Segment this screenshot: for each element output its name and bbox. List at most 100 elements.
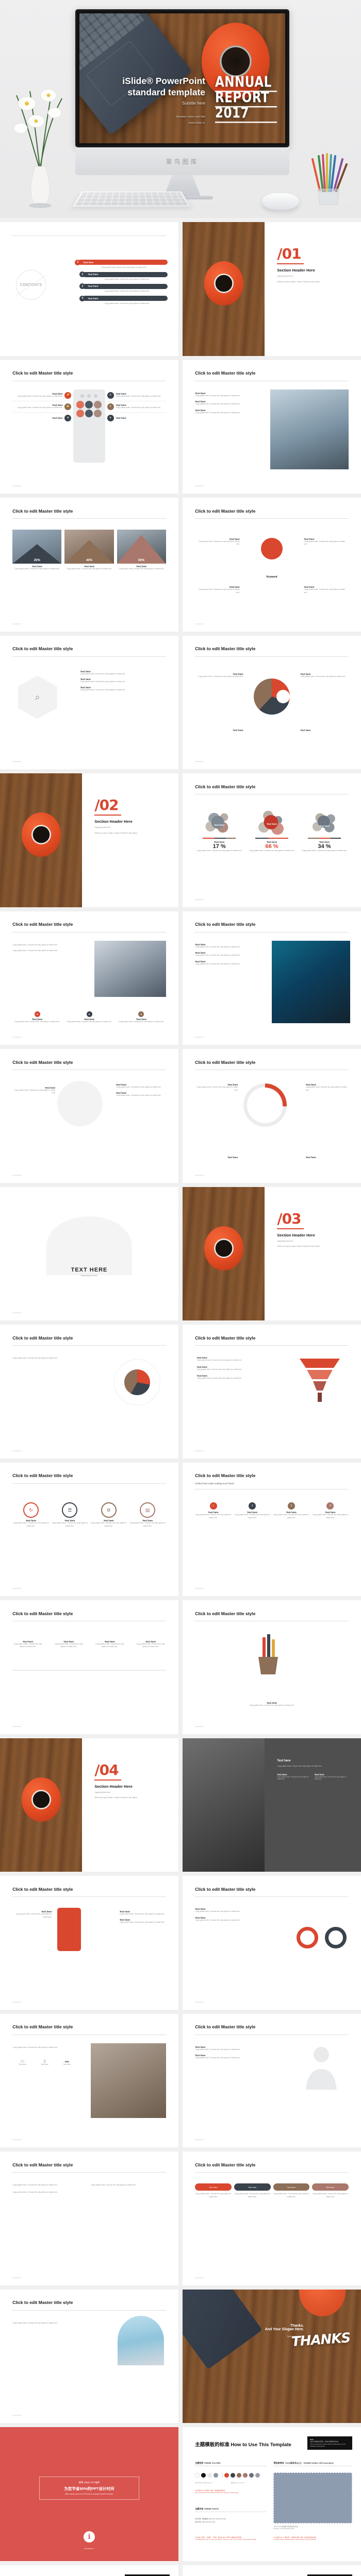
swatch-black	[201, 2473, 206, 2478]
slide-title: Click to edit Master title style	[12, 2300, 73, 2305]
item-desc: Copy paste fonts. Choose the only option…	[273, 1514, 310, 1519]
tab-pill[interactable]: Text here	[312, 2183, 349, 2191]
contents-item[interactable]: 1 Text here	[75, 260, 168, 265]
pyramid-item[interactable]: 20% Text here Copy paste fonts. Choose t…	[12, 530, 61, 570]
slide-hexagon[interactable]: Click to edit Master title style ⌕ Text …	[0, 636, 178, 770]
promo-box: 使用 iSlide PPT插件 为您节省90%的PPT设计时间 iSlide a…	[39, 2477, 139, 2500]
slide-phone-mock[interactable]: Click to edit Master title style Text he…	[0, 1876, 178, 2010]
stat-value: 17 %	[195, 843, 243, 850]
item-desc: Copy paste fonts. Choose the only option…	[273, 2193, 310, 2198]
promo-line1: 使用 iSlide PPT插件	[43, 2481, 136, 2484]
section-image	[0, 1738, 82, 1872]
slide-timeline[interactable]: Click to edit Master title style Text he…	[0, 1600, 178, 1734]
slide-left-list[interactable]: Click to edit Master title style Copy pa…	[0, 2151, 178, 2285]
swatch-accent-dark	[231, 2473, 235, 2478]
slide-city-photo[interactable]: Click to edit Master title style Text he…	[183, 911, 361, 1045]
hero-website: www.islide.cc	[102, 121, 205, 127]
promo-url: www.islide.cc	[85, 2548, 94, 2550]
slide-two-rings[interactable]: Click to edit Master title style Text he…	[183, 1876, 361, 2010]
tab-pill[interactable]: Text here	[273, 2183, 310, 2191]
section-image	[183, 1187, 265, 1321]
slide-footer: www.islide.cc	[195, 485, 204, 487]
slide-section-03[interactable]: /03 Section Header Here Supporting text …	[183, 1187, 361, 1321]
thanks-line1: Thanks.	[243, 2324, 304, 2328]
slide-pyramid-stats[interactable]: Click to edit Master title style 20% Tex…	[0, 498, 178, 632]
slide-pencil-illustration[interactable]: Click to edit Master title style Text he…	[183, 1600, 361, 1734]
slide-replace-icons[interactable]: 更改页面中的图标 Replace Icons Note: 本页为本模板的说明页，…	[183, 2565, 361, 2576]
slide-footer: www.islide.cc	[195, 1725, 204, 1727]
slide-photo-pair[interactable]: Click to edit Master title style Text he…	[183, 360, 361, 494]
contents-item[interactable]: 3 Text here	[79, 283, 168, 289]
slide-keyword[interactable]: Click to edit Master title style Keyword…	[183, 498, 361, 632]
bubble-stat-item[interactable]: Text here Text here 34 % Copy paste font…	[300, 808, 349, 852]
section-header: Section Header Here	[94, 819, 164, 824]
contents-item[interactable]: 4 Text here	[79, 296, 168, 301]
slide-unified-fonts[interactable]: Click to edit Master title style Unified…	[183, 1463, 361, 1597]
pyramid-item[interactable]: 40% Text here Copy paste fonts. Choose t…	[64, 530, 113, 570]
item-desc: Copy paste fonts. Choose the only option…	[306, 1086, 349, 1092]
monitor-brand: 莱鸟图库	[75, 147, 289, 175]
circle-icon: ●	[87, 1011, 92, 1017]
item-title: Text here	[197, 729, 243, 732]
tab-pill[interactable]: Text here	[234, 2183, 271, 2191]
slide-title: Click to edit Master title style	[195, 646, 255, 651]
arch-photo-image	[118, 2316, 164, 2365]
slide-arrow-chain[interactable]: Click to edit Master title style ↻ Text …	[0, 1463, 178, 1597]
slide-arch-photo[interactable]: Click to edit Master title style Copy pa…	[0, 2290, 178, 2424]
year-word: 2017	[215, 106, 277, 123]
contents-item[interactable]: 2 Text here	[79, 272, 168, 277]
slide-section-04[interactable]: /04 Section Header Here Supporting text …	[0, 1738, 178, 1872]
slide-color-tabs[interactable]: Click to edit Master title style Text he…	[183, 2151, 361, 2285]
slide-quick-design[interactable]: 快速设计页面 Quick Slides Design Note: 本页为本模板的…	[0, 2565, 178, 2576]
slide-funnel[interactable]: Click to edit Master title style Text he…	[183, 1325, 361, 1459]
bubble-stat-item[interactable]: Text here Text here 17 % Copy paste font…	[195, 808, 243, 852]
slide-dark-split[interactable]: Text here Copy paste fonts. Choose the o…	[183, 1738, 361, 1872]
decor-shape	[46, 1216, 132, 1275]
timeline-axis	[12, 1670, 166, 1671]
contents-label: Text here	[78, 260, 168, 265]
slide-bubble-stats[interactable]: Click to edit Master title style Text he…	[183, 773, 361, 907]
circle-icon: ●	[138, 1011, 144, 1017]
theme-colors-heading: 主题色彩 THEME COLORS	[195, 2462, 266, 2466]
slide-thanks[interactable]: Thanks. And Your Slogan Here. Speaker na…	[183, 2290, 361, 2424]
slide-footer: www.islide.cc	[195, 1174, 204, 1176]
slide-radar[interactable]: Click to edit Master title style Copy pa…	[0, 1325, 178, 1459]
item-desc: Copy paste fonts. Choose the only option…	[12, 2321, 77, 2325]
slide-contents[interactable]: CONTENTS 1 Text here Copy paste fonts. C…	[0, 222, 178, 356]
item-desc: Copy paste fonts. Choose the only option…	[116, 1086, 166, 1089]
slide-radial-gauge[interactable]: Click to edit Master title style Text he…	[183, 1049, 361, 1183]
bubble-label: Text here	[195, 824, 243, 826]
section-header: Section Header Here	[94, 1784, 164, 1789]
slide-footer: www.islide.cc	[12, 2414, 22, 2416]
slide-person-silhouette[interactable]: Click to edit Master title style Text he…	[183, 2014, 361, 2148]
photo-image	[183, 1738, 265, 1872]
item-desc: Copy paste fonts. Choose the only option…	[80, 681, 166, 683]
slide-how-to-use[interactable]: 主题模板的标准 How to Use This Template Note: 本…	[183, 2427, 361, 2561]
slide-icon-list[interactable]: Click to edit Master title style Text he…	[0, 360, 178, 494]
slide-title: Click to edit Master title style	[12, 646, 73, 651]
slide-photo-corner[interactable]: Click to edit Master title style Copy pa…	[0, 911, 178, 1045]
gear-icon: ⚙	[64, 415, 71, 421]
bubble-stat-item[interactable]: Text here Text here 66 % Copy paste font…	[248, 808, 296, 852]
slide-footer: www.islide.cc	[12, 1312, 22, 1314]
slide-footer: www.islide.cc	[12, 2001, 22, 2003]
slide-circle-diagram[interactable]: Click to edit Master title style Text he…	[183, 636, 361, 770]
bell-icon: 🔔	[64, 403, 71, 410]
slide-grey-photo[interactable]: Click to edit Master title style Copy pa…	[0, 2014, 178, 2148]
slide-text-here[interactable]: TEXT HERE Supporting text here. www.isli…	[0, 1187, 178, 1321]
tab-pill[interactable]: Text here	[195, 2183, 232, 2191]
item-desc: Copy paste fonts. Choose the only option…	[80, 673, 166, 675]
slide-section-02[interactable]: /02 Section Header Here Supporting text …	[0, 773, 178, 907]
pyramid-pct: 60%	[117, 535, 166, 564]
slide-title: Click to edit Master title style	[195, 1335, 255, 1341]
section-number: /02	[94, 798, 164, 812]
arrow-icon: ↻	[23, 1502, 39, 1518]
item-desc: Copy paste fonts. Choose the only option…	[195, 403, 266, 405]
item-desc: Copy paste fonts. Choose the only option…	[195, 412, 266, 414]
slide-islide-promo[interactable]: 使用 iSlide PPT插件 为您节省90%的PPT设计时间 iSlide a…	[0, 2427, 178, 2561]
slide-silhouette[interactable]: Click to edit Master title style Text he…	[0, 1049, 178, 1183]
slide-section-01[interactable]: /01 Section Header Here Supporting text …	[183, 222, 361, 356]
slide-footer: www.islide.cc	[12, 2139, 22, 2141]
pyramid-item[interactable]: 60% Text here Copy paste fonts. Choose t…	[117, 530, 166, 570]
tablet-icon: ▬	[57, 2059, 77, 2063]
